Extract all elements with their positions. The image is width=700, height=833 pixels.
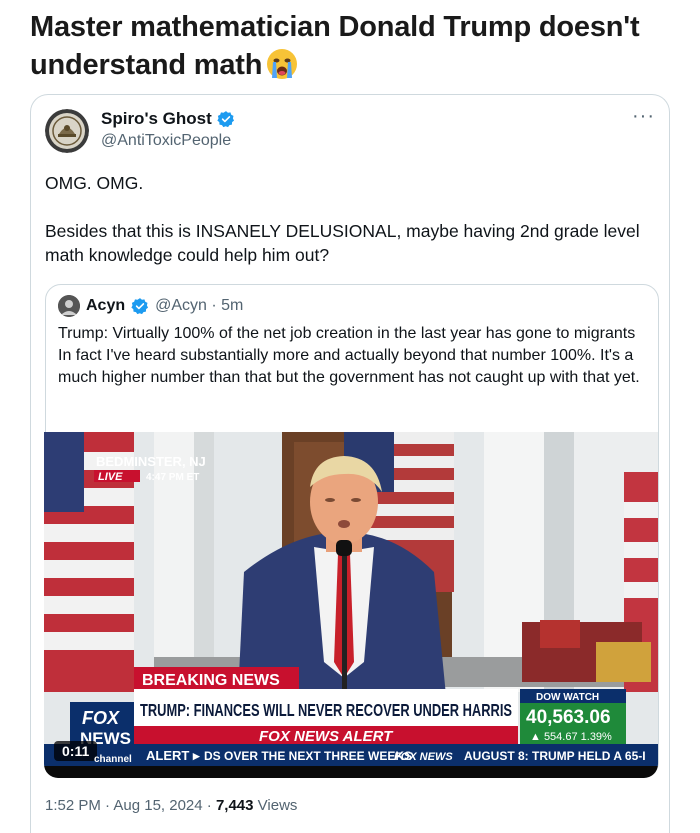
quoted-author-handle[interactable]: @Acyn · 5m [155, 297, 243, 315]
ticker-alert: ALERT ▸ [146, 748, 201, 763]
ticker-text-2: AUGUST 8: TRUMP HELD A 65-I [464, 749, 646, 763]
headline-text: TRUMP: FINANCES WILL NEVER RECOVER UNDER… [140, 700, 512, 720]
fox-news-alert-text: FOX NEWS ALERT [259, 728, 394, 745]
video-player[interactable]: BREAKING NEWS TRUMP: FINANCES WILL NEVER… [44, 432, 658, 778]
dow-watch-label: DOW WATCH [536, 692, 599, 703]
live-label: LIVE [98, 471, 123, 483]
loudly-crying-face-icon [266, 48, 298, 80]
video-duration: 0:11 [54, 741, 98, 761]
avatar[interactable] [58, 295, 80, 317]
dow-value: 40,563.06 [526, 707, 611, 728]
tweet-timestamp[interactable]: 1:52 PM · Aug 15, 2024 · 7,443 Views [45, 797, 297, 814]
quoted-tweet-text: Trump: Virtually 100% of the net job cre… [58, 325, 640, 386]
channel-label-text: channel [94, 754, 132, 765]
ticker-text: DS OVER THE NEXT THREE WEEKS [204, 749, 412, 763]
author-name-text[interactable]: Spiro's Ghost [101, 109, 212, 129]
video-duration-text: 0:11 [62, 743, 90, 759]
dow-change: ▲ 554.67 1.39% [530, 731, 612, 743]
verified-badge-icon [217, 110, 235, 128]
breaking-news-label: BREAKING NEWS [142, 672, 280, 689]
tweet-text-line: OMG. OMG. [45, 173, 144, 193]
views-label: Views [253, 797, 298, 814]
post-title-text: Master mathematician Donald Trump doesn'… [30, 11, 640, 81]
tweet-body: OMG. OMG. Besides that this is INSANELY … [45, 171, 645, 291]
fox-logo-top: FOX [82, 708, 120, 728]
location-label: BEDMINSTER, NJ [96, 454, 206, 469]
avatar[interactable] [45, 109, 89, 153]
verified-badge-icon [131, 297, 149, 315]
post-title: Master mathematician Donald Trump doesn'… [30, 8, 680, 84]
author-handle[interactable]: @AntiToxicPeople [101, 132, 231, 150]
live-time: 4:47 PM ET [146, 472, 199, 483]
video-frame[interactable]: BREAKING NEWS TRUMP: FINANCES WILL NEVER… [44, 432, 658, 778]
quoted-author-name[interactable]: Acyn [86, 297, 125, 315]
tweet-text-line: Besides that this is INSANELY DELUSIONAL… [45, 221, 640, 265]
tweet-time[interactable]: 1:52 PM · Aug 15, 2024 · [45, 797, 216, 814]
more-horizontal-icon[interactable]: ··· [632, 106, 655, 126]
views-count: 7,443 [215, 797, 254, 814]
quoted-tweet-header: Acyn @Acyn · 5m [58, 295, 243, 317]
ticker-brand: FOX NEWS [394, 751, 453, 763]
channel-label: channel [94, 754, 132, 765]
author-name[interactable]: Spiro's Ghost [101, 109, 235, 129]
